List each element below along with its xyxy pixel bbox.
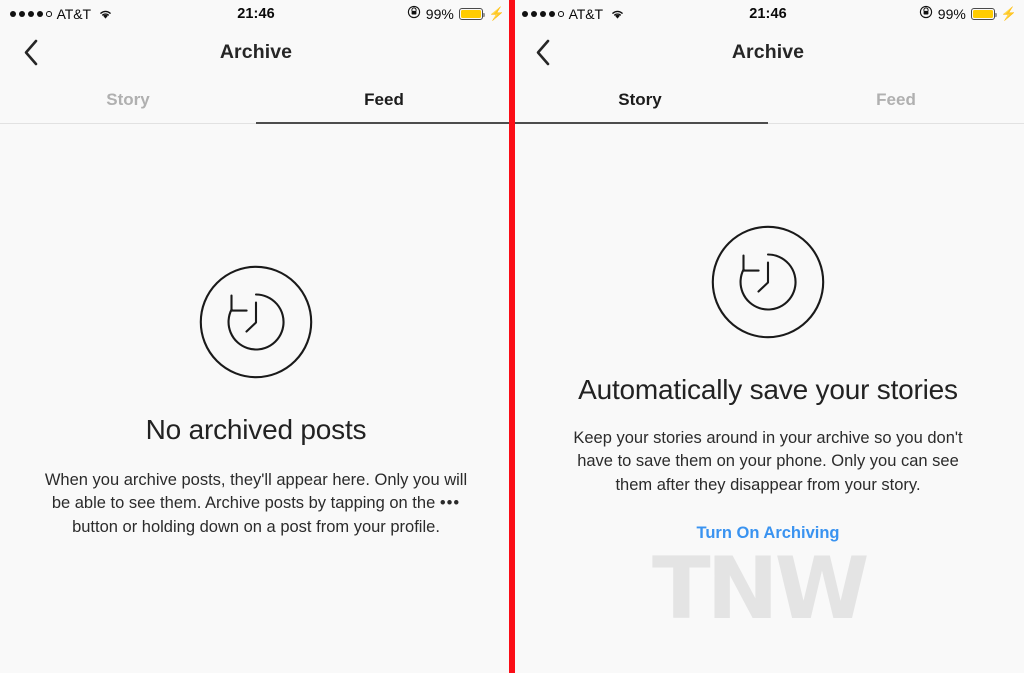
phone-screenshot-feed-archive: AT&T 21:46 99% — [0, 0, 512, 673]
tab-story[interactable]: Story — [0, 76, 256, 123]
navigation-bar-left: Archive — [0, 28, 512, 76]
status-bar-left: AT&T 21:46 99% — [0, 0, 512, 28]
tnw-watermark: TNW — [652, 539, 866, 639]
rotation-lock-icon — [407, 5, 421, 23]
tab-bar-right: Story Feed — [512, 76, 1024, 124]
tab-bar-left: Story Feed — [0, 76, 512, 124]
tab-story[interactable]: Story — [512, 76, 768, 123]
screenshot-root: AT&T 21:46 99% — [0, 0, 1024, 673]
empty-state-body-line3-a: tapping on the — [331, 494, 436, 512]
navigation-bar-right: Archive — [512, 28, 1024, 76]
phone-screenshot-story-archive: AT&T 21:46 99% — [512, 0, 1024, 673]
battery-icon — [971, 8, 995, 20]
empty-state-body-line4: from your profile. — [316, 518, 440, 536]
battery-percent-label: 99% — [938, 6, 966, 22]
overflow-menu-dots-icon: ••• — [440, 494, 460, 512]
panel-divider — [509, 0, 515, 673]
back-button[interactable] — [14, 35, 48, 69]
page-title: Archive — [732, 41, 804, 64]
battery-percent-label: 99% — [426, 6, 454, 22]
empty-state-body: Keep your stories around in your archive… — [558, 427, 978, 497]
lightning-bolt-icon: ⚡ — [1001, 6, 1017, 22]
tab-feed[interactable]: Feed — [256, 76, 512, 123]
empty-state-body-line3-b: button or holding down on a post — [72, 518, 311, 536]
empty-state-body-line1: When you archive posts, they'll appear h… — [45, 471, 409, 489]
lightning-bolt-icon: ⚡ — [489, 6, 505, 22]
battery-icon — [459, 8, 483, 20]
tab-feed[interactable]: Feed — [768, 76, 1024, 123]
empty-state-feed: No archived posts When you archive posts… — [0, 124, 512, 673]
page-title: Archive — [220, 41, 292, 64]
empty-state-headline: Automatically save your stories — [568, 373, 968, 408]
rotation-lock-icon — [919, 5, 933, 23]
archive-clock-icon — [199, 265, 313, 379]
turn-on-archiving-button[interactable]: Turn On Archiving — [697, 524, 840, 543]
empty-state-body: When you archive posts, they'll appear h… — [41, 469, 471, 539]
empty-state-story: TNW Automatically save your stories Keep… — [512, 124, 1024, 673]
chevron-left-icon — [23, 39, 39, 66]
archive-clock-icon — [711, 225, 825, 339]
chevron-left-icon — [535, 39, 551, 66]
status-bar-right-group: 99% ⚡ — [407, 5, 505, 23]
status-bar-right-group: 99% ⚡ — [919, 5, 1017, 23]
empty-state-headline: No archived posts — [26, 413, 486, 448]
status-bar-right: AT&T 21:46 99% — [512, 0, 1024, 28]
back-button[interactable] — [526, 35, 560, 69]
